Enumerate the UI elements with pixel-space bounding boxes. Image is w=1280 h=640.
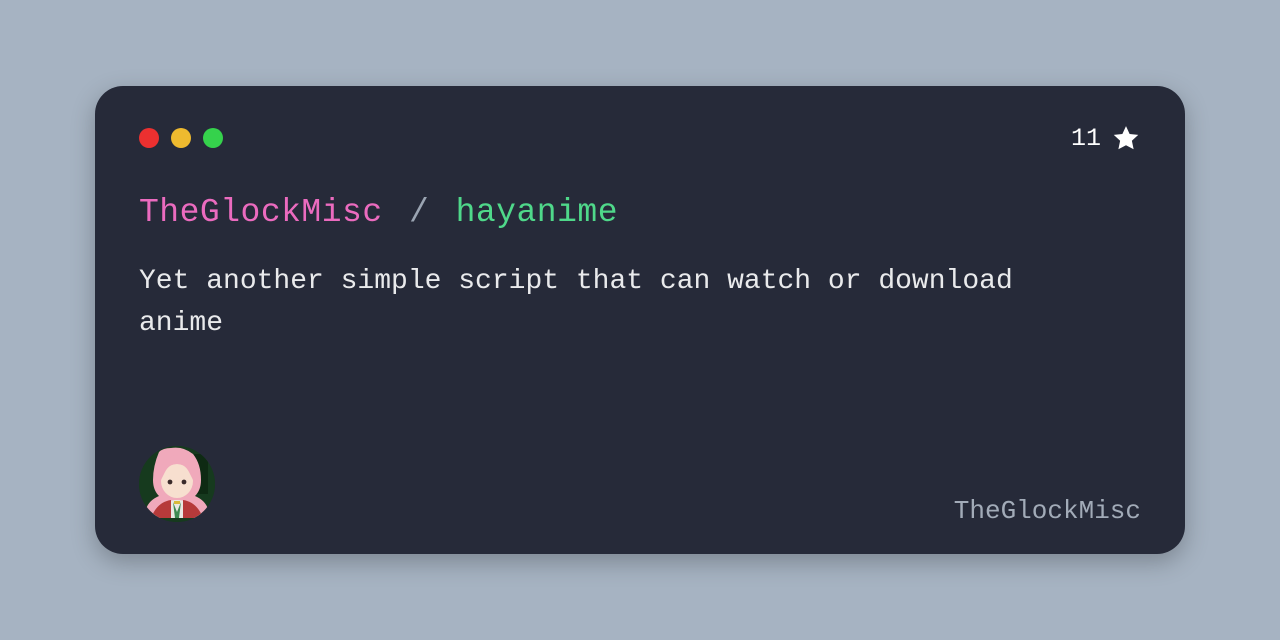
minimize-icon xyxy=(171,128,191,148)
repo-card: 11 TheGlockMisc / hayanime Yet another s… xyxy=(95,86,1185,554)
avatar[interactable] xyxy=(139,446,215,522)
star-count-value: 11 xyxy=(1071,124,1101,153)
repo-owner[interactable]: TheGlockMisc xyxy=(139,194,383,231)
footer-owner: TheGlockMisc xyxy=(954,496,1141,526)
repo-path: TheGlockMisc / hayanime xyxy=(139,194,1141,231)
card-top-row: 11 xyxy=(139,124,1141,152)
close-icon xyxy=(139,128,159,148)
window-traffic-lights xyxy=(139,128,223,148)
star-count: 11 xyxy=(1071,123,1141,153)
repo-name[interactable]: hayanime xyxy=(456,194,618,231)
star-icon xyxy=(1111,123,1141,153)
zoom-icon xyxy=(203,128,223,148)
repo-description: Yet another simple script that can watch… xyxy=(139,261,1099,345)
repo-separator: / xyxy=(409,194,429,231)
